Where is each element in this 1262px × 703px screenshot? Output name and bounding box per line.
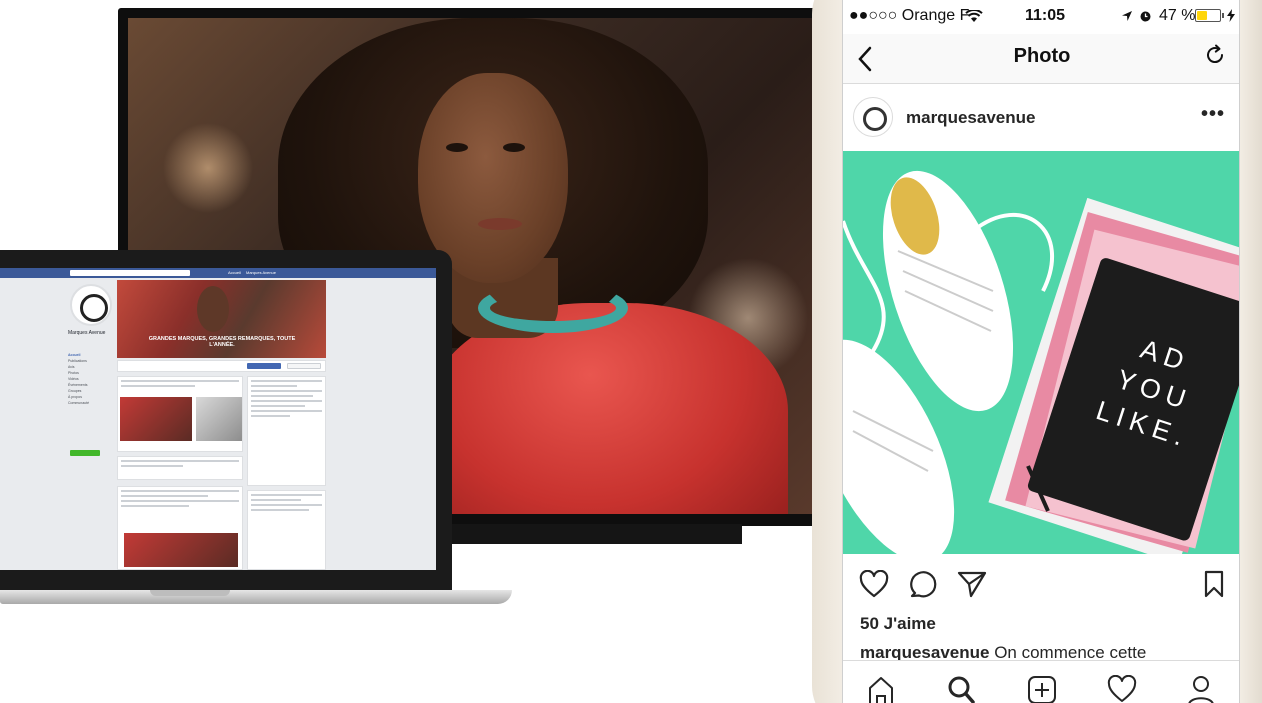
placeholder-line: [121, 460, 239, 462]
status-bar: ●●○○○ Orange F 11:05 47 %: [843, 0, 1239, 34]
likes-count[interactable]: 50 J'aime: [860, 614, 936, 634]
home-icon[interactable]: [867, 675, 895, 703]
refresh-icon[interactable]: [1203, 43, 1227, 67]
placeholder-line: [121, 465, 183, 467]
battery-cap: [1222, 13, 1224, 18]
composer-card[interactable]: [117, 456, 243, 480]
status-carrier: ●●○○○ Orange F: [849, 7, 970, 24]
status-time: 11:05: [1025, 7, 1066, 24]
placeholder-line: [121, 380, 239, 382]
portrait-lips: [478, 218, 522, 230]
page-cover-photo: GRANDES MARQUES, GRANDES REMARQUES, TOUT…: [117, 280, 326, 358]
page-profile-logo[interactable]: [70, 284, 112, 326]
more-options-icon[interactable]: •••: [1201, 103, 1225, 126]
placeholder-line: [251, 395, 313, 397]
comment-icon[interactable]: [909, 570, 937, 598]
page-menu: Accueil Publications Avis Photos Vidéos …: [68, 352, 112, 406]
facebook-top-bar: Accueil Marques Avenue: [0, 268, 436, 278]
page-title: Photo: [1013, 45, 1071, 67]
avatar[interactable]: [853, 97, 893, 137]
cover-face: [197, 286, 229, 332]
placeholder-line: [121, 385, 196, 387]
post-image[interactable]: AD YOU LIKE.: [843, 151, 1239, 554]
placeholder-line: [251, 499, 302, 501]
post-username[interactable]: marquesavenue: [906, 108, 1035, 128]
suggestion-video[interactable]: [196, 397, 242, 441]
placeholder-line: [251, 509, 309, 511]
share-icon[interactable]: [957, 570, 987, 598]
page-like-button[interactable]: [247, 363, 281, 369]
placeholder-line: [251, 410, 322, 412]
wifi-icon: [965, 10, 983, 22]
tv-stand: [452, 524, 742, 544]
laptop-notch: [150, 590, 230, 596]
facebook-home-link[interactable]: Accueil: [228, 270, 241, 275]
placeholder-line: [251, 400, 322, 402]
post-header: marquesavenue •••: [843, 85, 1239, 151]
post-card: [117, 486, 243, 570]
placeholder-line: [251, 494, 322, 496]
activity-heart-icon[interactable]: [1107, 675, 1137, 703]
facebook-search-input[interactable]: [70, 270, 190, 276]
placeholder-line: [251, 405, 305, 407]
bottom-tab-bar: [843, 660, 1239, 703]
navigation-bar: Photo: [843, 34, 1239, 84]
location-arrow-icon: [1122, 11, 1132, 21]
laptop-base: [0, 590, 512, 604]
profile-icon[interactable]: [1187, 675, 1215, 703]
suggestions-card: [117, 376, 243, 452]
placeholder-line: [121, 500, 239, 502]
placeholder-line: [251, 385, 298, 387]
battery-percent: 47 %: [1159, 7, 1196, 24]
page-menu-item[interactable]: Communauté: [68, 400, 112, 406]
page-name: Marques Avenue: [68, 330, 106, 336]
search-icon[interactable]: [947, 675, 975, 703]
battery-icon: [1195, 9, 1221, 22]
portrait-necklace: [478, 283, 628, 333]
placeholder-line: [251, 504, 322, 506]
instagram-screen: ●●○○○ Orange F 11:05 47 % Photo marquesa…: [842, 0, 1240, 703]
placeholder-line: [251, 415, 290, 417]
page-action-bar: [117, 360, 326, 372]
post-action-bar: [843, 560, 1239, 610]
placeholder-line: [121, 495, 208, 497]
page-send-button[interactable]: [287, 363, 321, 369]
placeholder-line: [251, 380, 322, 382]
placeholder-line: [251, 390, 322, 392]
charging-bolt-icon: [1227, 9, 1235, 22]
suggestion-photo[interactable]: [120, 397, 192, 441]
portrait-eye-right: [503, 143, 525, 152]
bookmark-icon[interactable]: [1203, 570, 1225, 598]
page-cta-button[interactable]: [70, 450, 100, 456]
heart-icon[interactable]: [859, 570, 889, 598]
placeholder-line: [121, 490, 239, 492]
facebook-profile-link[interactable]: Marques Avenue: [246, 270, 276, 275]
laptop-facebook-page: Accueil Marques Avenue Marques Avenue Ac…: [0, 268, 436, 570]
add-post-icon[interactable]: [1027, 675, 1057, 703]
about-card: [247, 376, 326, 486]
portrait-eye-left: [446, 143, 468, 152]
battery-level: [1197, 11, 1207, 20]
cover-slogan: GRANDES MARQUES, GRANDES REMARQUES, TOUT…: [148, 336, 296, 348]
shoe-lace-loose: [843, 220, 886, 353]
alarm-clock-icon: [1140, 11, 1151, 22]
placeholder-line: [121, 505, 190, 507]
info-card: [247, 490, 326, 570]
post-photo[interactable]: [124, 533, 238, 567]
